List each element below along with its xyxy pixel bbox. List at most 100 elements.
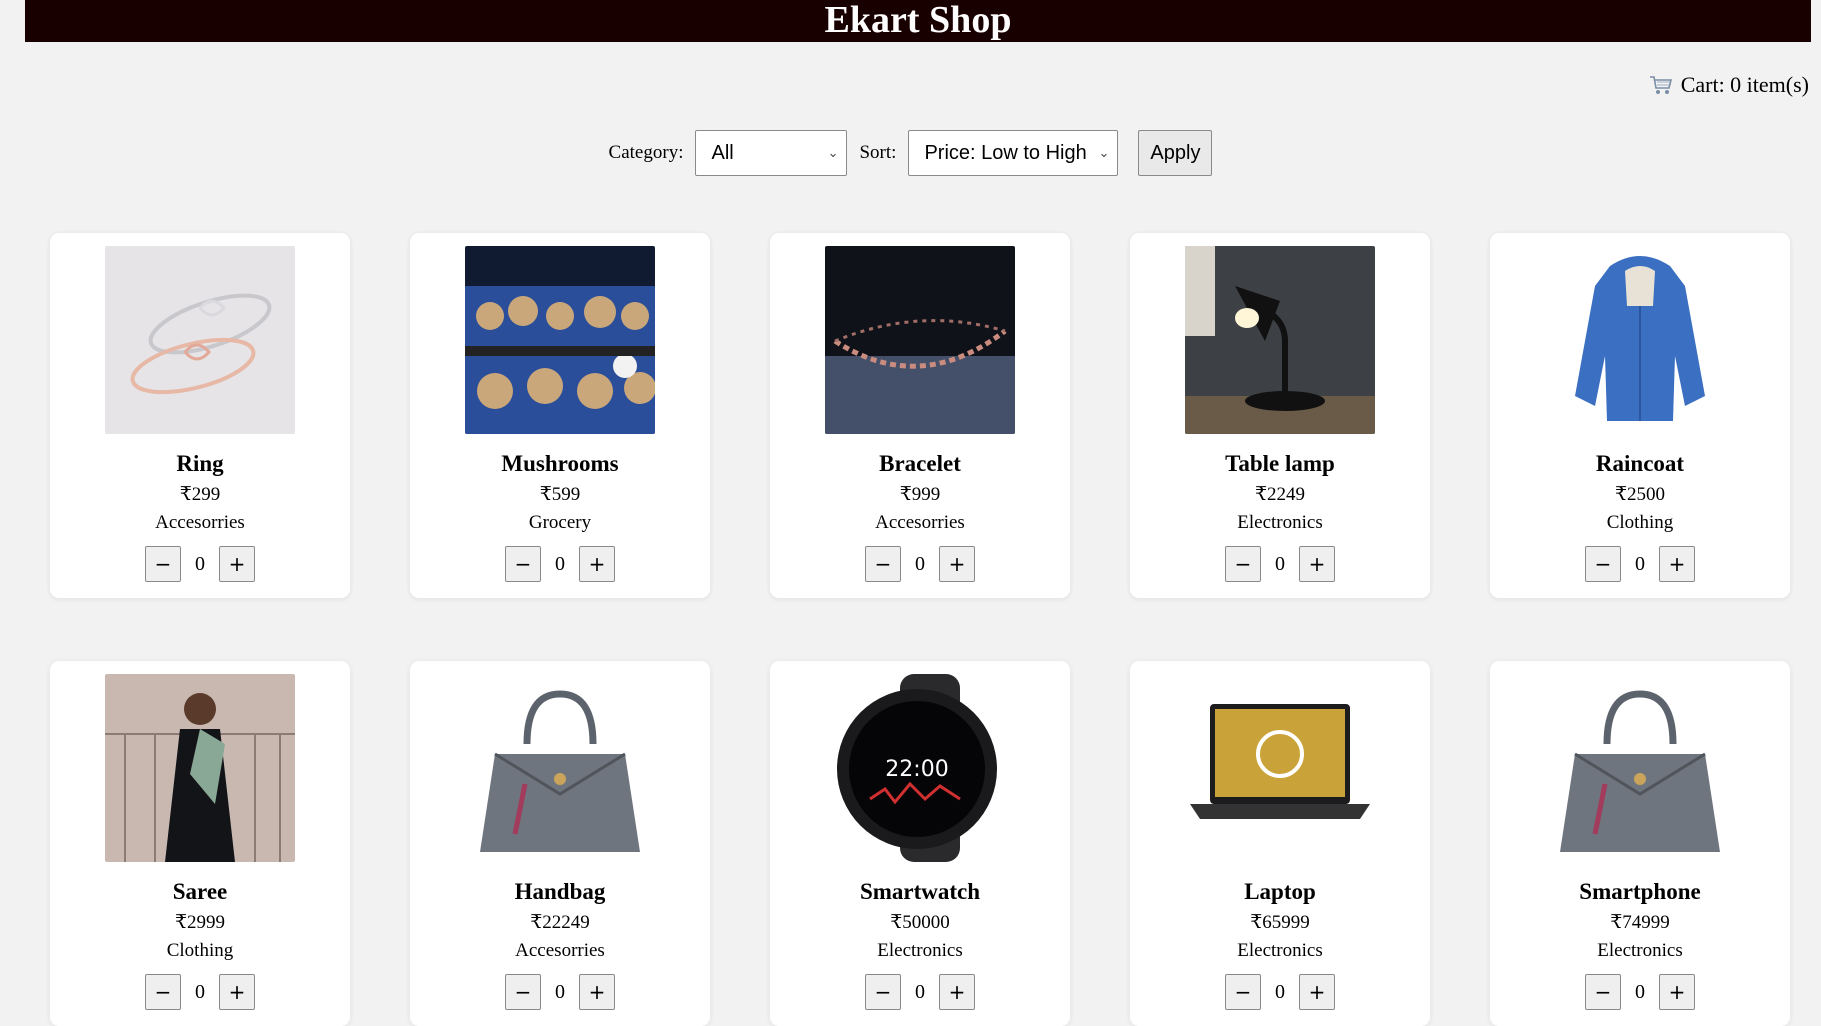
product-card: 22:00 Smartwatch ₹50000 Electronics −0 +	[770, 661, 1070, 1026]
increase-quantity-button[interactable]: +	[1659, 546, 1695, 582]
quantity-value: 0	[1635, 980, 1645, 1003]
quantity-stepper: −0 +	[505, 546, 615, 582]
product-category: Electronics	[877, 940, 963, 961]
quantity-value: 0	[555, 552, 565, 575]
quantity-stepper: −0 +	[865, 546, 975, 582]
product-name: Ring	[176, 451, 224, 476]
page-header: Ekart Shop	[25, 0, 1811, 42]
product-category: Electronics	[1597, 940, 1683, 961]
increase-quantity-button[interactable]: +	[1299, 974, 1335, 1010]
product-image	[105, 674, 295, 862]
product-name: Laptop	[1244, 879, 1316, 904]
product-grid: Ring ₹299 Accesorries −0 + Mushrooms ₹599 Groce…	[50, 233, 1790, 1026]
sort-label: Sort:	[859, 142, 897, 163]
svg-text:22:00: 22:00	[885, 757, 948, 782]
product-image	[465, 246, 655, 434]
product-category: Electronics	[1237, 512, 1323, 533]
product-image	[105, 246, 295, 434]
increase-quantity-button[interactable]: +	[1659, 974, 1695, 1010]
quantity-value: 0	[1275, 980, 1285, 1003]
cart-indicator[interactable]: Cart: 0 item(s)	[1649, 72, 1809, 98]
product-price: ₹74999	[1610, 912, 1670, 933]
product-image	[825, 246, 1015, 434]
increase-quantity-button[interactable]: +	[219, 974, 255, 1010]
product-image	[1545, 674, 1735, 862]
quantity-value: 0	[195, 980, 205, 1003]
product-price: ₹2249	[1254, 484, 1306, 505]
product-card: Ring ₹299 Accesorries −0 +	[50, 233, 350, 598]
product-card: Laptop ₹65999 Electronics −0 +	[1130, 661, 1430, 1026]
product-price: ₹999	[899, 484, 941, 505]
increase-quantity-button[interactable]: +	[1299, 546, 1335, 582]
increase-quantity-button[interactable]: +	[939, 546, 975, 582]
quantity-value: 0	[1275, 552, 1285, 575]
product-category: Clothing	[1606, 512, 1674, 533]
quantity-value: 0	[915, 980, 925, 1003]
product-name: Handbag	[514, 879, 606, 904]
product-name: Smartwatch	[859, 879, 981, 904]
product-category: Accesorries	[155, 512, 245, 533]
decrease-quantity-button[interactable]: −	[1225, 546, 1261, 582]
quantity-stepper: −0 +	[1225, 546, 1335, 582]
product-card: Smartphone ₹74999 Electronics −0 +	[1490, 661, 1790, 1026]
filter-bar: Category: All ⌄ Sort: Price: Low to High…	[0, 130, 1821, 176]
quantity-value: 0	[555, 980, 565, 1003]
product-price: ₹22249	[530, 912, 590, 933]
decrease-quantity-button[interactable]: −	[505, 546, 541, 582]
product-category: Accesorries	[875, 512, 965, 533]
quantity-stepper: −0 +	[1225, 974, 1335, 1010]
quantity-stepper: −0 +	[145, 974, 255, 1010]
decrease-quantity-button[interactable]: −	[865, 546, 901, 582]
decrease-quantity-button[interactable]: −	[1585, 974, 1621, 1010]
product-category: Electronics	[1237, 940, 1323, 961]
chevron-down-icon: ⌄	[1098, 145, 1110, 160]
product-card: Raincoat ₹2500 Clothing −0 +	[1490, 233, 1790, 598]
quantity-stepper: −0 +	[145, 546, 255, 582]
product-category: Accesorries	[515, 940, 605, 961]
product-price: ₹299	[179, 484, 221, 505]
increase-quantity-button[interactable]: +	[579, 546, 615, 582]
decrease-quantity-button[interactable]: −	[505, 974, 541, 1010]
product-price: ₹2999	[174, 912, 226, 933]
quantity-value: 0	[195, 552, 205, 575]
quantity-stepper: −0 +	[505, 974, 615, 1010]
product-name: Smartphone	[1579, 879, 1701, 904]
increase-quantity-button[interactable]: +	[579, 974, 615, 1010]
quantity-value: 0	[1635, 552, 1645, 575]
product-image	[1185, 246, 1375, 434]
quantity-value: 0	[915, 552, 925, 575]
product-name: Table lamp	[1225, 451, 1335, 476]
site-title: Ekart Shop	[824, 0, 1012, 41]
product-price: ₹65999	[1250, 912, 1310, 933]
product-card: Saree ₹2999 Clothing −0 +	[50, 661, 350, 1026]
category-select[interactable]: All ⌄	[695, 130, 848, 176]
decrease-quantity-button[interactable]: −	[145, 546, 181, 582]
shopping-cart-icon	[1649, 74, 1673, 96]
category-select-value: All	[711, 141, 734, 164]
product-name: Mushrooms	[501, 451, 619, 476]
category-label: Category:	[608, 142, 684, 163]
product-card: Table lamp ₹2249 Electronics −0 +	[1130, 233, 1430, 598]
increase-quantity-button[interactable]: +	[219, 546, 255, 582]
cart-label: Cart: 0 item(s)	[1680, 72, 1809, 97]
decrease-quantity-button[interactable]: −	[1585, 546, 1621, 582]
product-card: Mushrooms ₹599 Grocery −0 +	[410, 233, 710, 598]
product-price: ₹50000	[890, 912, 950, 933]
decrease-quantity-button[interactable]: −	[145, 974, 181, 1010]
product-price: ₹2500	[1614, 484, 1666, 505]
quantity-stepper: −0 +	[865, 974, 975, 1010]
product-name: Bracelet	[879, 451, 961, 476]
decrease-quantity-button[interactable]: −	[1225, 974, 1261, 1010]
decrease-quantity-button[interactable]: −	[865, 974, 901, 1010]
product-price: ₹599	[539, 484, 581, 505]
product-card: Bracelet ₹999 Accesorries −0 +	[770, 233, 1070, 598]
product-category: Grocery	[528, 512, 592, 533]
product-image	[1185, 674, 1375, 862]
product-card: Handbag ₹22249 Accesorries −0 +	[410, 661, 710, 1026]
product-image: 22:00	[825, 674, 1015, 862]
product-image	[1545, 246, 1735, 434]
increase-quantity-button[interactable]: +	[939, 974, 975, 1010]
sort-select-value: Price: Low to High	[924, 141, 1087, 164]
sort-select[interactable]: Price: Low to High ⌄	[908, 130, 1119, 176]
apply-button[interactable]: Apply	[1138, 130, 1213, 176]
